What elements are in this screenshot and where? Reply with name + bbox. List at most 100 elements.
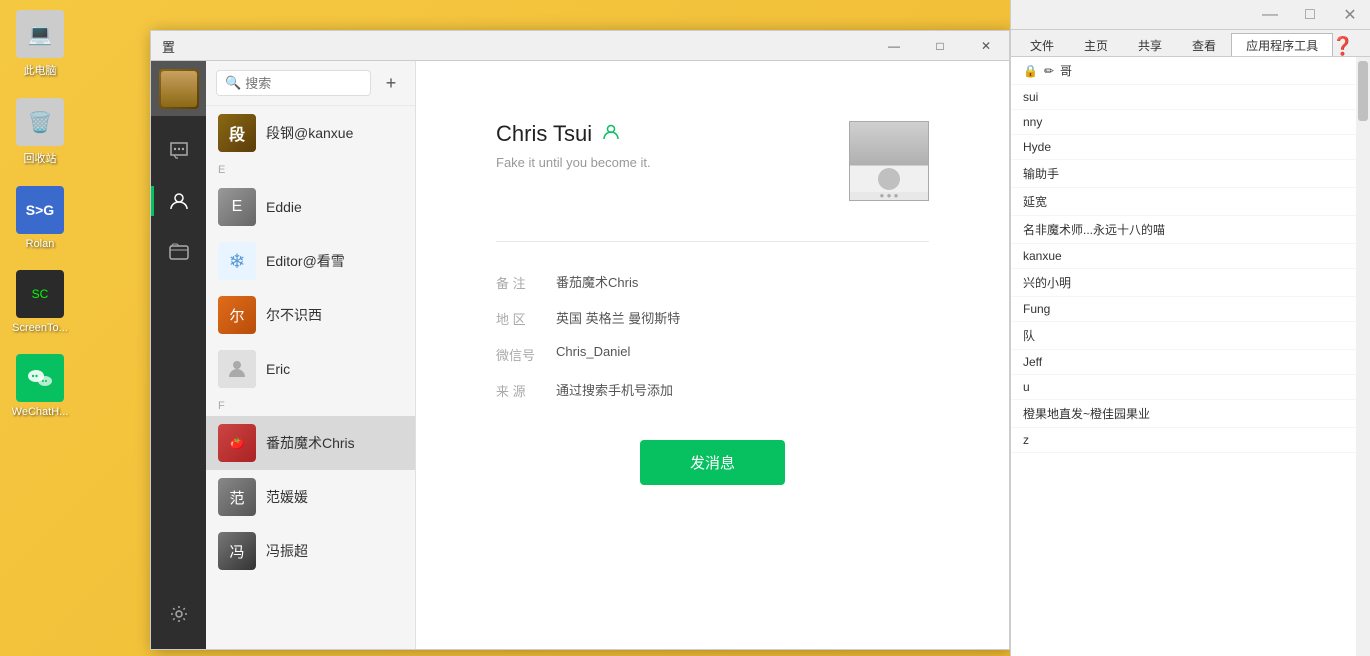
- contact-scroll: 段 段钢@kanxue E E Eddie: [206, 106, 415, 649]
- fe-list-item-3[interactable]: Hyde: [1011, 135, 1356, 160]
- left-iconbar: [151, 61, 206, 649]
- fe-list-item-13[interactable]: 橙果地直发~橙佳园果业: [1011, 400, 1356, 428]
- detail-field-region: 地 区 英国 英格兰 曼彻斯特: [496, 308, 929, 328]
- desktop-icon-rolan[interactable]: S>G Rolan: [16, 186, 64, 250]
- tab-home[interactable]: 主页: [1069, 33, 1123, 56]
- detail-header: Chris Tsui Fake it until you become it.: [496, 121, 929, 201]
- chat-icon-btn[interactable]: [151, 126, 206, 176]
- scrollbar-thumb[interactable]: [1358, 61, 1368, 121]
- fe-list-item-6[interactable]: 名非魔术师...永远十八的喵: [1011, 216, 1356, 244]
- contact-avatar-fanyuan: 范: [218, 478, 256, 516]
- contact-name-eddie: Eddie: [266, 199, 302, 215]
- contact-name-fanqie: 番茄魔术Chris: [266, 433, 355, 453]
- detail-field-note: 备 注 番茄魔术Chris: [496, 272, 929, 292]
- help-icon[interactable]: ❓: [1332, 36, 1354, 57]
- fe-list-item-11[interactable]: Jeff: [1011, 350, 1356, 375]
- fe-list-item-2[interactable]: nny: [1011, 110, 1356, 135]
- search-input[interactable]: [245, 76, 362, 91]
- detail-field-source: 来 源 通过搜索手机号添加: [496, 380, 929, 400]
- send-message-button[interactable]: 发消息: [640, 440, 785, 485]
- close-button[interactable]: ✕: [963, 31, 1009, 61]
- fe-list-item-4[interactable]: 输助手: [1011, 160, 1356, 188]
- search-icon: 🔍: [225, 75, 241, 91]
- search-input-wrap[interactable]: 🔍: [216, 70, 371, 96]
- field-label-region: 地 区: [496, 308, 556, 328]
- desktop-icon-trash[interactable]: 🗑️ 回收站: [16, 98, 64, 166]
- contact-item-eddie[interactable]: E Eddie: [206, 180, 415, 234]
- fe-list-item-7[interactable]: kanxue: [1011, 244, 1356, 269]
- contact-name-editor: Editor@看雪: [266, 251, 345, 271]
- desktop-icon-label-wechat: WeChatH...: [12, 406, 69, 418]
- contact-item-fengzhen[interactable]: 冯 冯振超: [206, 524, 415, 578]
- desktop-icon-label-rolan: Rolan: [26, 238, 55, 250]
- contacts-icon-btn[interactable]: [151, 176, 206, 226]
- desktop-icon-computer[interactable]: 💻 此电脑: [16, 10, 64, 78]
- minimize-button[interactable]: —: [871, 31, 917, 61]
- fe-close-button[interactable]: ✕: [1330, 0, 1370, 30]
- file-explorer-body: 🔒 ✏ 哥 sui nny Hyde 输助手 延宽: [1011, 57, 1370, 656]
- section-label-e: E: [206, 160, 415, 180]
- contact-avatar-editor: ❄: [218, 242, 256, 280]
- field-label-wechatid: 微信号: [496, 344, 556, 364]
- desktop-icon-label-computer: 此电脑: [24, 62, 57, 78]
- contact-item-fanyuan[interactable]: 范 范媛媛: [206, 470, 415, 524]
- fe-maximize-button[interactable]: □: [1290, 0, 1330, 30]
- fe-list-item-1[interactable]: sui: [1011, 85, 1356, 110]
- contact-item-er[interactable]: 尔 尔不识西: [206, 288, 415, 342]
- desktop-icon-screento[interactable]: SC ScreenTo...: [12, 270, 68, 334]
- contact-avatar-eddie: E: [218, 188, 256, 226]
- contact-name-fengzhen: 冯振超: [266, 541, 308, 561]
- field-value-region: 英国 英格兰 曼彻斯特: [556, 308, 680, 327]
- contact-avatar-duangang: 段: [218, 114, 256, 152]
- fe-list-item-10[interactable]: 队: [1011, 322, 1356, 350]
- contact-list: 🔍 + 段 段钢@kanxue E: [206, 61, 416, 649]
- contact-item-duangang[interactable]: 段 段钢@kanxue: [206, 106, 415, 160]
- ribbon-tabs: 文件 主页 共享 查看 应用程序工具: [1011, 30, 1370, 57]
- edit-icon: ✏: [1044, 64, 1054, 78]
- search-bar: 🔍 +: [206, 61, 415, 106]
- fe-list-item-5[interactable]: 延宽: [1011, 188, 1356, 216]
- tab-app-tools[interactable]: 应用程序工具: [1231, 33, 1333, 56]
- wechat-window: 置 — □ ✕: [150, 30, 1010, 650]
- contact-item-fanqie[interactable]: 🍅 番茄魔术Chris: [206, 416, 415, 470]
- fe-list-item-12[interactable]: u: [1011, 375, 1356, 400]
- send-btn-wrap: 发消息: [496, 440, 929, 485]
- detail-name: Chris Tsui: [496, 121, 592, 147]
- desktop-icon-wechat[interactable]: WeChatH...: [12, 354, 69, 418]
- contact-item-editor[interactable]: ❄ Editor@看雪: [206, 234, 415, 288]
- fe-list-item-8[interactable]: 兴的小明: [1011, 269, 1356, 297]
- contact-name-duangang: 段钢@kanxue: [266, 123, 353, 143]
- contact-name-er: 尔不识西: [266, 305, 322, 325]
- settings-icon-btn[interactable]: [151, 589, 206, 639]
- folder-icon-btn[interactable]: [151, 226, 206, 276]
- section-label-f: F: [206, 396, 415, 416]
- contact-name-fanyuan: 范媛媛: [266, 487, 308, 507]
- fe-list-item-9[interactable]: Fung: [1011, 297, 1356, 322]
- contact-item-eric[interactable]: Eric: [206, 342, 415, 396]
- fe-minimize-button[interactable]: —: [1250, 0, 1290, 30]
- add-button[interactable]: +: [377, 69, 405, 97]
- user-avatar[interactable]: [151, 61, 206, 116]
- detail-motto: Fake it until you become it.: [496, 155, 849, 170]
- detail-divider: [496, 241, 929, 242]
- fe-list-item-0[interactable]: 🔒 ✏ 哥: [1011, 57, 1356, 85]
- fe-list-item-14[interactable]: z: [1011, 428, 1356, 453]
- desktop: 💻 此电脑 🗑️ 回收站 S>G Rolan SC ScreenTo... We…: [0, 0, 1370, 656]
- contact-avatar-fengzhen: 冯: [218, 532, 256, 570]
- contact-avatar-fanqie: 🍅: [218, 424, 256, 462]
- field-value-note: 番茄魔术Chris: [556, 272, 638, 291]
- tab-view[interactable]: 查看: [1177, 33, 1231, 56]
- pin-icon: 置: [162, 37, 175, 56]
- field-label-source: 来 源: [496, 380, 556, 400]
- maximize-button[interactable]: □: [917, 31, 963, 61]
- detail-field-wechatid: 微信号 Chris_Daniel: [496, 344, 929, 364]
- detail-avatar-photo: ● ● ●: [849, 121, 929, 201]
- desktop-icon-label-trash: 回收站: [24, 150, 57, 166]
- detail-name-row: Chris Tsui: [496, 121, 849, 147]
- tab-share[interactable]: 共享: [1123, 33, 1177, 56]
- tab-file[interactable]: 文件: [1015, 33, 1069, 56]
- file-list: 🔒 ✏ 哥 sui nny Hyde 输助手 延宽: [1011, 57, 1356, 656]
- scrollbar[interactable]: [1356, 57, 1370, 656]
- desktop-icon-label-screento: ScreenTo...: [12, 322, 68, 334]
- contact-name-eric: Eric: [266, 361, 290, 377]
